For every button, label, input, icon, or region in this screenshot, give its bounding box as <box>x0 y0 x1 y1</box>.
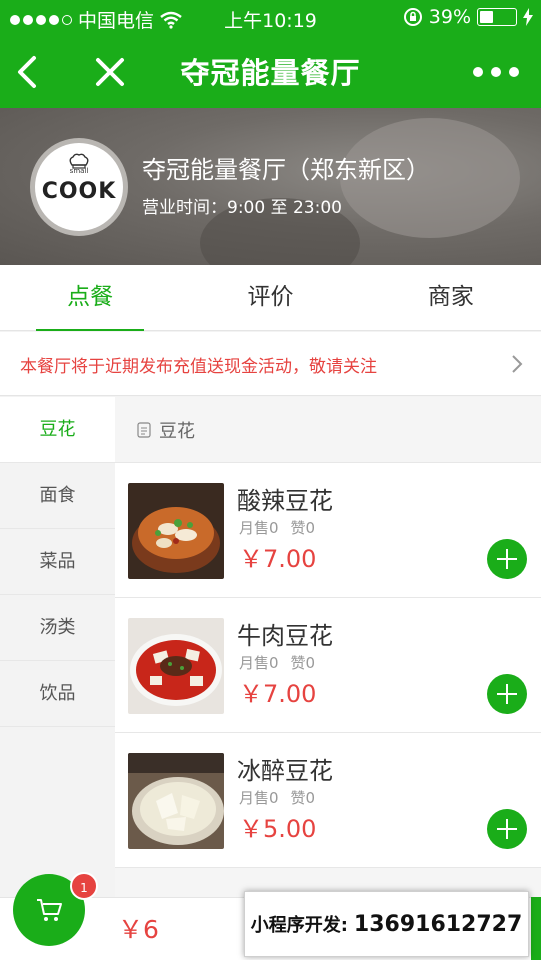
shop-hours: 营业时间：9:00 至 23:00 <box>142 198 342 218</box>
dish-stats: 月售0 赞0 <box>239 517 327 538</box>
add-to-cart-button[interactable] <box>487 809 527 849</box>
dish-stats: 月售0 赞0 <box>239 787 327 808</box>
battery-icon <box>477 8 517 26</box>
dish-price: ￥5.00 <box>239 815 317 843</box>
promo-label: 小程序开发: <box>250 915 348 936</box>
cart-count-badge: 1 <box>70 872 98 900</box>
dish-name: 牛肉豆花 <box>237 622 333 650</box>
tab-bar: 点餐 评价 商家 <box>0 265 541 331</box>
shop-header: small COOK 夺冠能量餐厅（郑东新区） 营业时间：9:00 至 23:0… <box>0 108 541 265</box>
dish-likes: 赞0 <box>290 654 316 672</box>
category-sidebar: 豆花 面食 菜品 汤类 饮品 <box>0 397 115 897</box>
dish-price: ￥7.00 <box>239 680 317 708</box>
category-item-dishes[interactable]: 菜品 <box>0 529 115 595</box>
notice-bar[interactable]: 本餐厅将于近期发布充值送现金活动，敬请关注 <box>0 332 541 396</box>
dish-name: 酸辣豆花 <box>237 487 333 515</box>
dish-sales: 月售0 <box>239 519 279 537</box>
dish-item: 酸辣豆花 月售0 赞0 ￥7.00 <box>115 463 541 598</box>
dish-name: 冰醉豆花 <box>237 757 333 785</box>
page-title: 夺冠能量餐厅 <box>180 56 361 90</box>
shop-logo: small COOK <box>30 138 128 236</box>
tab-order[interactable]: 点餐 <box>0 265 180 331</box>
promo-banner: 小程序开发: 13691612727 <box>244 891 529 957</box>
back-arrow-icon[interactable] <box>14 54 46 90</box>
battery-percent: 39% <box>428 6 471 28</box>
dish-item: 牛肉豆花 月售0 赞0 ￥7.00 <box>115 598 541 733</box>
status-bar: 中国电信 上午10:19 39% <box>0 0 541 36</box>
logo-text: COOK <box>41 179 117 204</box>
dish-sales: 月售0 <box>239 654 279 672</box>
shop-name: 夺冠能量餐厅（郑东新区） <box>142 156 430 184</box>
category-item-noodles[interactable]: 面食 <box>0 463 115 529</box>
logo-small-text: small <box>69 167 89 175</box>
status-right: 39% <box>403 6 533 28</box>
category-item-drinks[interactable]: 饮品 <box>0 661 115 727</box>
document-icon <box>137 421 151 438</box>
dish-price: ￥7.00 <box>239 545 317 573</box>
chevron-right-icon <box>512 355 523 373</box>
dish-image[interactable] <box>128 483 224 579</box>
dish-image[interactable] <box>128 753 224 849</box>
charging-icon <box>523 8 533 26</box>
cart-total: ￥6 <box>118 915 159 944</box>
nav-bar: 夺冠能量餐厅 <box>0 36 541 108</box>
dish-item: 冰醉豆花 月售0 赞0 ￥5.00 <box>115 733 541 868</box>
category-item-douhua[interactable]: 豆花 <box>0 397 115 463</box>
section-header: 豆花 <box>115 397 541 463</box>
add-to-cart-button[interactable] <box>487 674 527 714</box>
section-title: 豆花 <box>159 420 195 442</box>
category-item-soup[interactable]: 汤类 <box>0 595 115 661</box>
more-options-icon[interactable] <box>473 67 519 77</box>
menu-content: 豆花 酸辣豆花 月售0 赞0 ￥7.00 牛肉豆花 月售0 赞0 ￥7.00 冰… <box>115 397 541 897</box>
dish-image[interactable] <box>128 618 224 714</box>
dish-likes: 赞0 <box>290 789 316 807</box>
add-to-cart-button[interactable] <box>487 539 527 579</box>
tab-reviews[interactable]: 评价 <box>180 265 360 330</box>
close-icon[interactable] <box>92 54 128 90</box>
dish-sales: 月售0 <box>239 789 279 807</box>
checkout-button[interactable] <box>531 897 541 960</box>
cart-icon <box>37 899 62 921</box>
orientation-lock-icon <box>403 8 422 26</box>
promo-phone: 13691612727 <box>353 911 523 937</box>
notice-text: 本餐厅将于近期发布充值送现金活动，敬请关注 <box>20 357 377 377</box>
dish-stats: 月售0 赞0 <box>239 652 327 673</box>
tab-merchant[interactable]: 商家 <box>361 265 541 330</box>
dish-likes: 赞0 <box>290 519 316 537</box>
